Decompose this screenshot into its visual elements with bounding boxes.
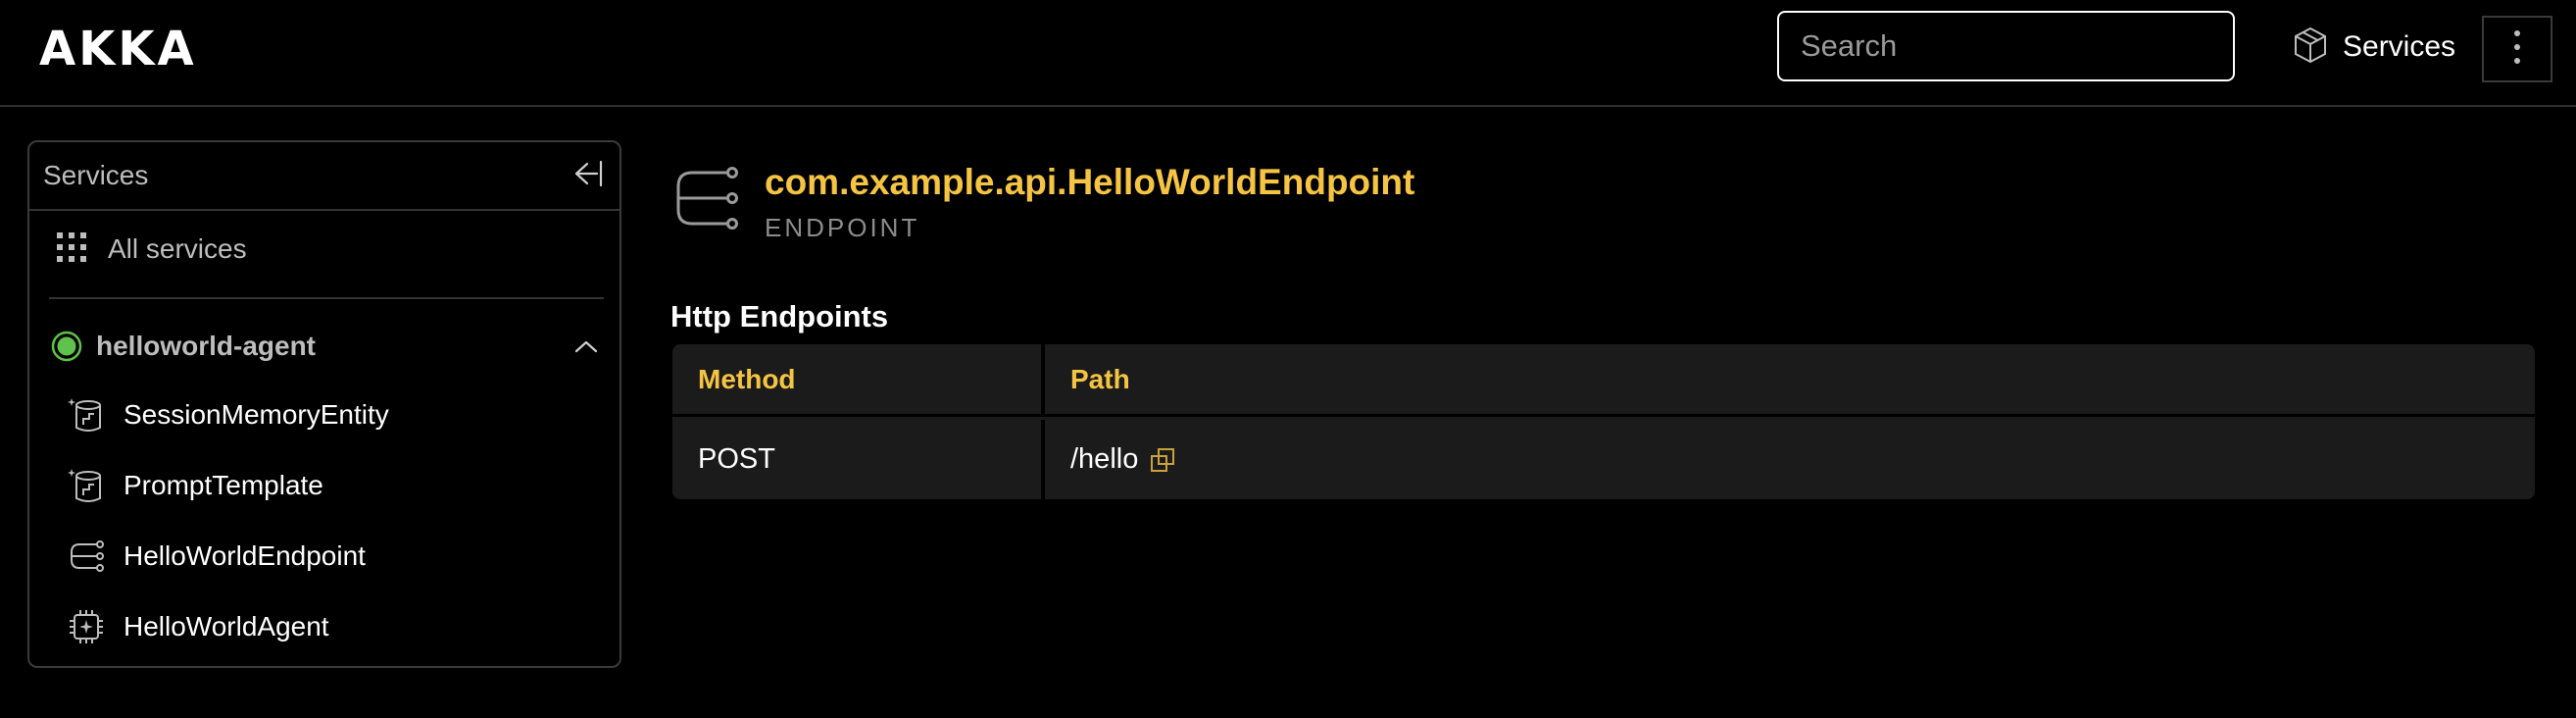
section-heading: Http Endpoints [670,299,889,333]
page-title: com.example.api.HelloWorldEndpoint [765,162,1415,202]
all-services-label: All services [108,233,247,264]
endpoint-icon [672,167,741,235]
sidebar-title: Services [43,160,149,190]
sidebar-divider [49,297,604,299]
method-cell: POST [672,420,1045,499]
service-group-label: helloworld-agent [96,331,316,361]
column-header-path: Path [1070,363,1130,394]
path-text: /hello [1070,443,1139,475]
http-endpoints-table: Method Path POST /hello [672,344,2535,499]
more-menu-button[interactable] [2482,16,2552,82]
copy-icon[interactable] [1148,445,1177,475]
entity-icon [67,395,106,435]
service-components-list: SessionMemoryEntity PromptTemplate Hello… [67,380,596,662]
kebab-menu-icon [2512,27,2522,72]
status-ok-icon [51,331,82,362]
sidebar-header: Services [29,142,619,211]
services-nav-label: Services [2343,30,2456,63]
column-header-method: Method [672,344,1045,414]
akka-logo[interactable]: AKKA [39,22,197,77]
sidebar-item-helloworldendpoint[interactable]: HelloWorldEndpoint [67,521,596,591]
entity-icon [67,466,106,505]
sidebar-item-helloworldagent[interactable]: HelloWorldAgent [67,591,596,662]
service-group-helloworld-agent[interactable]: helloworld-agent [51,319,606,374]
sidebar-item-label: HelloWorldEndpoint [124,540,366,571]
services-sidebar: Services All services helloworld-agent S… [27,140,621,668]
sidebar-item-sessionmemoryentity[interactable]: SessionMemoryEntity [67,380,596,450]
sidebar-item-label: SessionMemoryEntity [124,399,389,430]
chevron-up-icon[interactable] [567,327,606,366]
search-input[interactable] [1777,11,2235,81]
agent-chip-icon [67,607,106,646]
table-row: POST /hello [672,420,2535,499]
cube-icon [2292,26,2329,70]
component-type-label: ENDPOINT [765,213,920,242]
collapse-sidebar-button[interactable] [567,156,606,195]
sidebar-item-label: HelloWorldAgent [124,611,329,641]
table-header-row: Method Path [672,344,2535,417]
path-cell: /hello [1045,420,2535,499]
collapse-left-icon [570,159,603,193]
endpoint-icon [67,537,106,576]
sidebar-item-label: PromptTemplate [124,470,323,500]
services-nav-link[interactable]: Services [2292,24,2455,71]
top-bar: AKKA Services [0,0,2576,107]
grid-icon [55,231,88,269]
all-services-link[interactable]: All services [55,225,247,274]
sidebar-item-prompttemplate[interactable]: PromptTemplate [67,450,596,521]
